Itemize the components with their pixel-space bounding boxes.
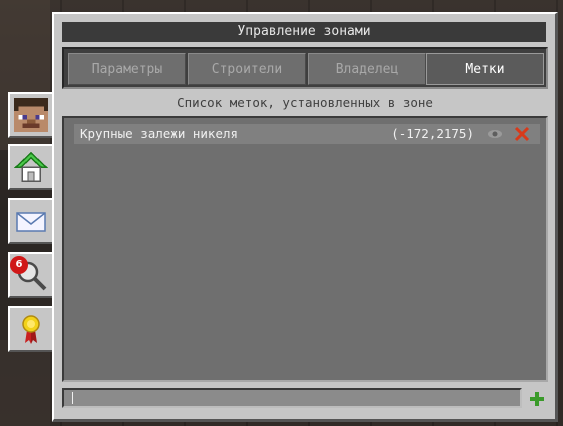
panel-title: Управление зонами [62,22,546,42]
tab-bar: Параметры Строители Владелец Метки [62,47,548,89]
eye-icon[interactable] [486,127,504,141]
tab-parameters[interactable]: Параметры [68,53,186,85]
home-icon [14,151,48,182]
side-tab-mail[interactable] [8,198,52,244]
tab-builders[interactable]: Строители [188,53,306,85]
side-tab-zones[interactable] [8,144,56,190]
envelope-icon [16,212,46,232]
side-tab-achievements[interactable] [8,306,52,352]
medal-icon [22,315,40,344]
marks-list: Крупные залежи никеля (-172,2175) [62,116,548,382]
mark-name: Крупные залежи никеля [80,126,239,141]
wood-plank [0,340,50,426]
mark-name-input[interactable] [62,388,522,408]
player-head-icon [14,98,48,132]
list-caption: Список меток, установленных в зоне [177,95,433,110]
mark-coords: (-172,2175) [391,126,474,141]
notification-badge: 6 [10,256,28,274]
list-item[interactable]: Крупные залежи никеля (-172,2175) [74,124,540,144]
side-tab-profile[interactable] [8,92,52,138]
delete-icon[interactable] [514,126,530,142]
add-icon[interactable] [528,390,546,408]
tab-marks[interactable]: Метки [426,53,544,85]
tab-owner[interactable]: Владелец [308,53,426,85]
text-caret [72,392,73,404]
